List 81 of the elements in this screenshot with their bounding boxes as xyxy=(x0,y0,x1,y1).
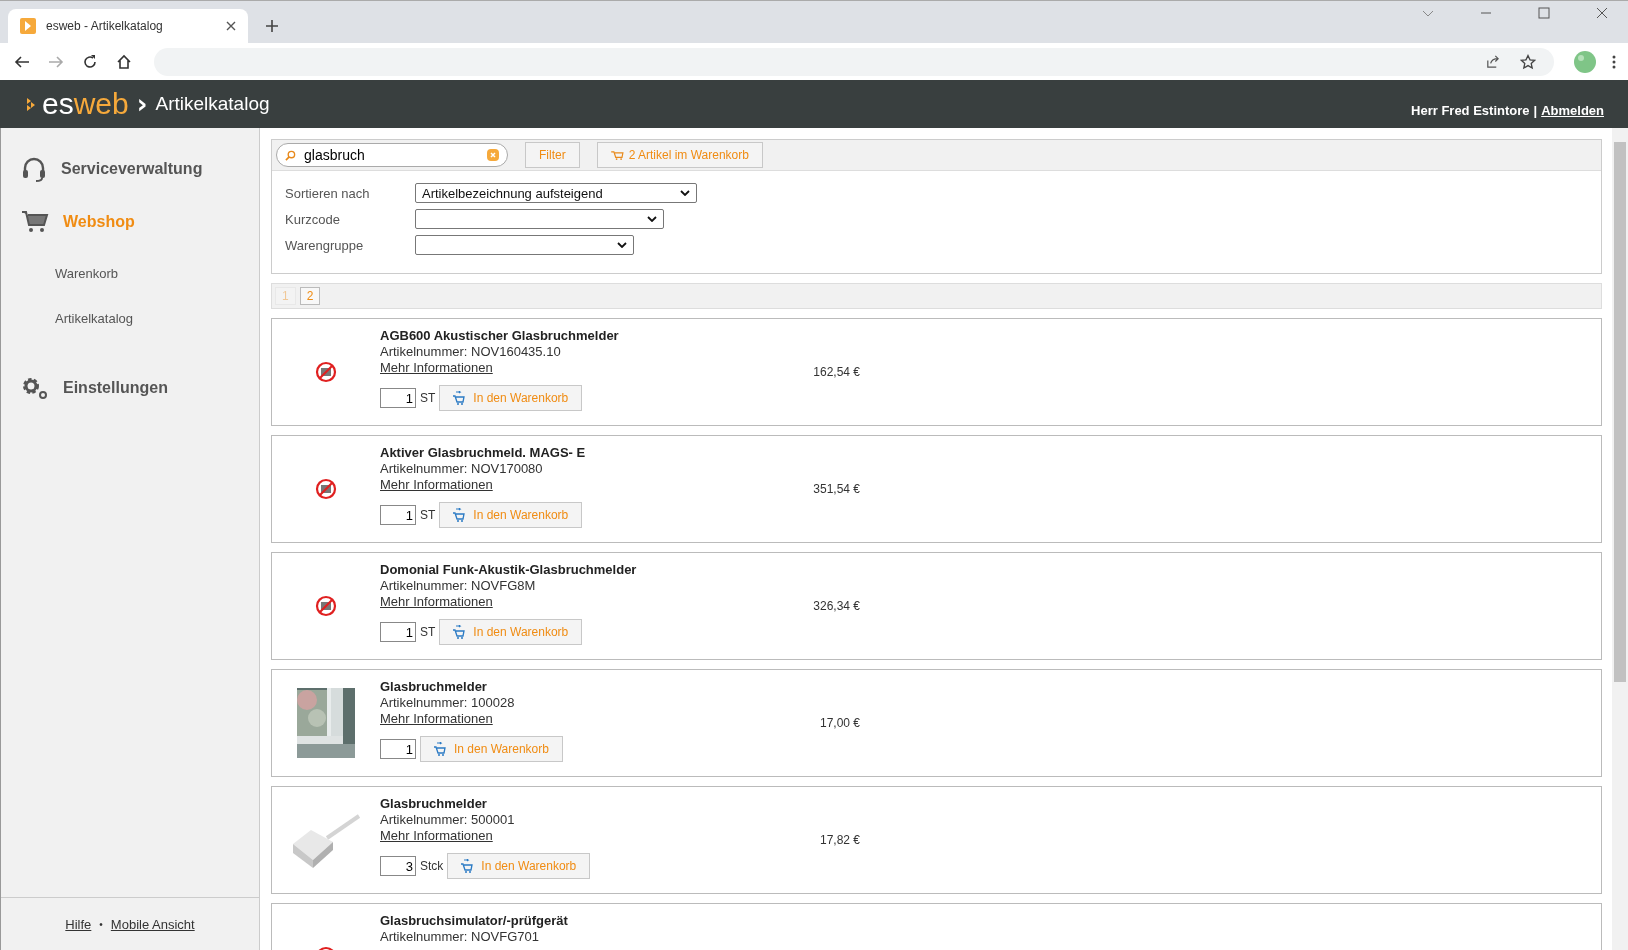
article-number: Artikelnummer: 100028 xyxy=(380,695,516,710)
breadcrumb-separator: › xyxy=(136,89,148,119)
help-link[interactable]: Hilfe xyxy=(65,916,92,932)
sidebar-item[interactable]: Einstellungen xyxy=(1,368,259,408)
more-info-link[interactable]: Mehr Informationen xyxy=(380,477,493,492)
price: 162,54 € xyxy=(812,365,860,379)
cart-icon xyxy=(434,742,446,756)
headset-icon xyxy=(21,156,47,182)
header-divider: | xyxy=(1533,102,1538,118)
search-icon xyxy=(285,149,296,161)
logo: esweb xyxy=(42,89,129,119)
price: 326,34 € xyxy=(812,599,860,613)
unit-label: ST xyxy=(420,508,436,522)
price: 17,82 € xyxy=(818,833,860,847)
forward-icon[interactable] xyxy=(48,53,64,70)
article-number: Artikelnummer: 500001 xyxy=(380,812,516,827)
dropdown[interactable] xyxy=(415,235,634,255)
product-title: Glasbruchmelder xyxy=(380,796,488,811)
gear-icon xyxy=(21,376,49,400)
no-image-icon xyxy=(315,478,337,500)
more-info-link[interactable]: Mehr Informationen xyxy=(380,828,493,843)
share-icon[interactable] xyxy=(1485,54,1500,69)
dropdown[interactable]: Artikelbezeichnung aufsteigend xyxy=(415,183,697,203)
quantity-field[interactable]: 1 xyxy=(380,388,416,408)
article-number: Artikelnummer: NOVFG701 xyxy=(380,929,540,944)
star-icon[interactable] xyxy=(1520,53,1536,70)
product-title: Domonial Funk-Akustik-Glasbruchmelder xyxy=(380,562,638,577)
cart-icon xyxy=(461,859,474,873)
new-tab-icon[interactable] xyxy=(266,20,278,32)
sidebar-link[interactable]: Artikelkatalog xyxy=(1,299,259,338)
logo-icon xyxy=(20,18,36,34)
dropdown[interactable] xyxy=(415,209,664,229)
price: 351,54 € xyxy=(812,482,860,496)
cart-icon xyxy=(453,391,466,405)
tab-title: esweb - Artikelkatalog xyxy=(46,19,164,33)
sidebar-link[interactable]: Warenkorb xyxy=(1,254,259,293)
article-number: Artikelnummer: NOVFG8M xyxy=(380,578,537,593)
article-number: Artikelnummer: NOV160435.10 xyxy=(380,344,562,359)
sidebar-item[interactable]: Serviceverwaltung xyxy=(1,148,259,190)
unit-label: ST xyxy=(420,391,436,405)
close-icon[interactable] xyxy=(1596,7,1608,19)
product-title: Glasbruchmelder xyxy=(380,679,488,694)
back-icon[interactable] xyxy=(14,53,30,70)
filter-label: Kurzcode xyxy=(285,211,341,227)
search-box[interactable]: glasbruch xyxy=(276,143,508,167)
cart-icon xyxy=(453,625,466,639)
user-name: Herr Fred Estintore xyxy=(1411,102,1530,118)
more-info-link[interactable]: Mehr Informationen xyxy=(380,360,493,375)
article-number: Artikelnummer: NOV170080 xyxy=(380,461,544,476)
mobile-view-link[interactable]: Mobile Ansicht xyxy=(110,916,195,932)
product-title: Aktiver Glasbruchmeld. MAGS- E xyxy=(380,445,587,460)
logout-link[interactable]: Abmelden xyxy=(1541,102,1604,118)
chevron-down-icon xyxy=(617,242,627,248)
filter-label: Sortieren nach xyxy=(285,185,371,201)
no-image-icon xyxy=(315,361,337,383)
page-title: Artikelkatalog xyxy=(155,93,270,115)
unit-label: Stck xyxy=(420,859,444,873)
cart-icon xyxy=(610,150,624,160)
quantity-field[interactable]: 1 xyxy=(380,622,416,642)
menu-icon[interactable] xyxy=(1612,53,1616,70)
cart-icon xyxy=(453,508,466,522)
no-image-icon xyxy=(315,595,337,617)
chevron-down-icon xyxy=(647,216,657,222)
home-icon[interactable] xyxy=(116,53,132,70)
quantity-field[interactable]: 1 xyxy=(380,505,416,525)
filter-label: Warengruppe xyxy=(285,237,365,253)
chevron-down-icon xyxy=(680,190,690,196)
link-separator: • xyxy=(99,918,103,930)
maximize-icon[interactable] xyxy=(1538,7,1550,19)
quantity-field[interactable]: 1 xyxy=(380,739,416,759)
unit-label: ST xyxy=(420,625,436,639)
close-icon[interactable] xyxy=(226,21,236,31)
cart-icon xyxy=(21,210,49,234)
browser-tab[interactable]: esweb - Artikelkatalog xyxy=(8,9,248,43)
more-info-link[interactable]: Mehr Informationen xyxy=(380,711,493,726)
product-title: Glasbruchsimulator/-prüfgerät xyxy=(380,913,569,928)
product-title: AGB600 Akustischer Glasbruchmelder xyxy=(380,328,620,343)
more-info-link[interactable]: Mehr Informationen xyxy=(380,594,493,609)
quantity-field[interactable]: 3 xyxy=(380,856,416,876)
reload-icon[interactable] xyxy=(82,53,98,70)
price: 17,00 € xyxy=(818,716,860,730)
